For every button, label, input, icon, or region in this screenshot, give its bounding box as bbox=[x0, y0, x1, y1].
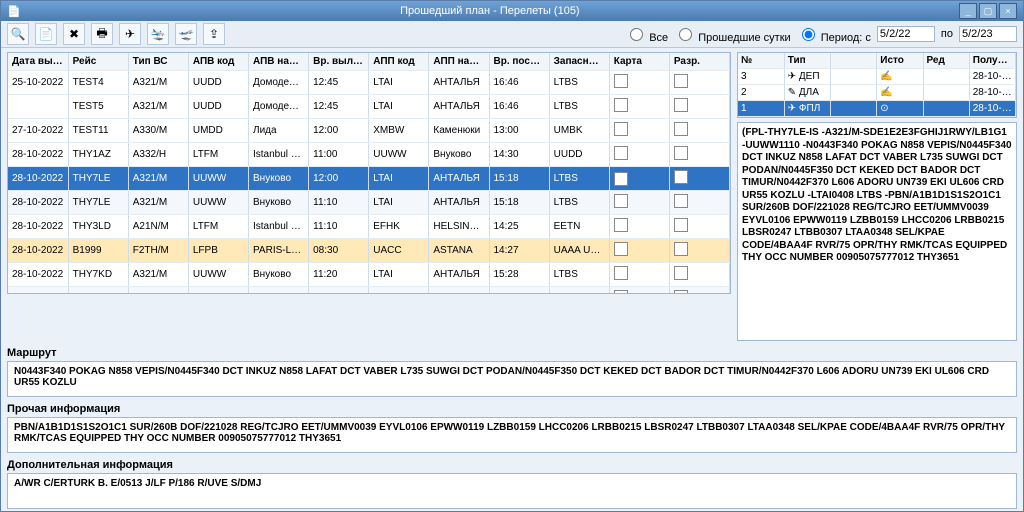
table-row[interactable]: 28-10-2022B1999F2TH/MLFPBPARIS-LE BOURGE… bbox=[8, 239, 730, 263]
col-header[interactable]: АПП код bbox=[369, 53, 429, 71]
other-box[interactable]: PBN/A1B1D1S1S2O1C1 SUR/260B DOF/221028 R… bbox=[7, 417, 1017, 453]
route-box[interactable]: N0443F340 POKAG N858 VEPIS/N0445F340 DCT… bbox=[7, 361, 1017, 397]
map-checkbox[interactable] bbox=[614, 172, 628, 186]
col-header[interactable]: АПВ код bbox=[188, 53, 248, 71]
perm-checkbox[interactable] bbox=[674, 98, 688, 112]
col-header[interactable]: Разр. bbox=[669, 53, 729, 71]
msg-col[interactable]: Исто bbox=[877, 53, 923, 69]
col-header[interactable]: Вр. посадки bbox=[489, 53, 549, 71]
perm-checkbox[interactable] bbox=[674, 146, 688, 160]
date-sep: по bbox=[941, 28, 953, 40]
map-checkbox[interactable] bbox=[614, 122, 628, 136]
msg-col[interactable]: № bbox=[738, 53, 784, 69]
table-row[interactable]: 28-10-2022THY3LDA21N/MLTFMIstanbul Haval… bbox=[8, 215, 730, 239]
map-checkbox[interactable] bbox=[614, 98, 628, 112]
plane-alt-icon[interactable]: 🛫 bbox=[175, 23, 197, 45]
msg-row[interactable]: 1✈ ФПЛ⊙28-10-2022 09:12:12 bbox=[738, 101, 1016, 117]
perm-checkbox[interactable] bbox=[674, 290, 688, 294]
delete-icon[interactable]: ✖ bbox=[63, 23, 85, 45]
perm-checkbox[interactable] bbox=[674, 194, 688, 208]
filter-prev-day[interactable]: Прошедшие сутки bbox=[674, 25, 790, 44]
toolbar: 🔍 📄 ✖ 🖶 ✈ 🛬 🛫 ⇪ Все Прошедшие сутки Пери… bbox=[1, 21, 1023, 48]
filter-period[interactable]: Период: с bbox=[797, 25, 871, 44]
copy-icon[interactable]: 📄 bbox=[35, 23, 57, 45]
table-row[interactable]: 25-10-2022TEST4A321/MUUDDДомодедово12:45… bbox=[8, 71, 730, 95]
other-label: Прочая информация bbox=[7, 403, 1017, 415]
perm-checkbox[interactable] bbox=[674, 74, 688, 88]
filter-panel: Все Прошедшие сутки Период: с по bbox=[625, 25, 1017, 44]
map-checkbox[interactable] bbox=[614, 146, 628, 160]
map-checkbox[interactable] bbox=[614, 290, 628, 294]
perm-checkbox[interactable] bbox=[674, 122, 688, 136]
filter-all[interactable]: Все bbox=[625, 25, 668, 44]
flights-grid[interactable]: Дата вылетаРейсТип ВСАПВ кодАПВ наименов… bbox=[7, 52, 731, 294]
plane-dep-icon[interactable]: ✈ bbox=[119, 23, 141, 45]
window-title: Прошедший план - Перелеты (105) bbox=[21, 5, 959, 17]
plane-arr-icon[interactable]: 🛬 bbox=[147, 23, 169, 45]
col-header[interactable]: АПВ наименование bbox=[249, 53, 309, 71]
msg-col[interactable]: Ред bbox=[923, 53, 969, 69]
perm-checkbox[interactable] bbox=[674, 170, 688, 184]
msg-col[interactable] bbox=[831, 53, 877, 69]
close-button[interactable]: × bbox=[999, 3, 1017, 19]
col-header[interactable]: Запасные АП bbox=[549, 53, 609, 71]
perm-checkbox[interactable] bbox=[674, 266, 688, 280]
perm-checkbox[interactable] bbox=[674, 242, 688, 256]
map-checkbox[interactable] bbox=[614, 74, 628, 88]
export-icon[interactable]: ⇪ bbox=[203, 23, 225, 45]
date-to-input[interactable] bbox=[959, 26, 1017, 42]
msg-col[interactable]: Тип bbox=[784, 53, 830, 69]
extra-label: Дополнительная информация bbox=[7, 459, 1017, 471]
messages-grid[interactable]: №Тип ИстоРедПолучен3✈ ДЕП✍28-10-2022 10:4… bbox=[737, 52, 1017, 118]
fpl-text-panel[interactable]: (FPL-THY7LE-IS -A321/M-SDE1E2E3FGHIJ1RWY… bbox=[737, 122, 1017, 341]
table-row[interactable]: TEST5A321/MUUDDДомодедово12:45LTAIАНТАЛЬ… bbox=[8, 95, 730, 119]
msg-row[interactable]: 3✈ ДЕП✍28-10-2022 10:40:17 bbox=[738, 69, 1016, 85]
msg-row[interactable]: 2✎ ДЛА✍28-10-2022 10:39:43 bbox=[738, 85, 1016, 101]
table-row[interactable]: 28-10-2022THY7KDA321/MUUWWВнуково11:20LT… bbox=[8, 263, 730, 287]
app-icon: 📄 bbox=[7, 5, 21, 18]
map-checkbox[interactable] bbox=[614, 242, 628, 256]
col-header[interactable]: Тип ВС bbox=[128, 53, 188, 71]
table-row[interactable]: 28-10-2022THY1AZA332/HLTFMIstanbul Haval… bbox=[8, 143, 730, 167]
msg-col[interactable]: Получен bbox=[969, 53, 1015, 69]
col-header[interactable]: Рейс bbox=[68, 53, 128, 71]
map-checkbox[interactable] bbox=[614, 218, 628, 232]
map-checkbox[interactable] bbox=[614, 266, 628, 280]
search-icon[interactable]: 🔍 bbox=[7, 23, 29, 45]
table-row[interactable]: 28-10-2022THY7LEA321/MUUWWВнуково12:00LT… bbox=[8, 167, 730, 191]
print-icon[interactable]: 🖶 bbox=[91, 23, 113, 45]
titlebar: 📄 Прошедший план - Перелеты (105) _ ▢ × bbox=[1, 1, 1023, 21]
col-header[interactable]: АПП наименование bbox=[429, 53, 489, 71]
col-header[interactable]: Вр. вылета bbox=[309, 53, 369, 71]
table-row[interactable]: 28-10-2022THY7KDA321/MUUWWВнуково11:20LT… bbox=[8, 287, 730, 295]
table-row[interactable]: 27-10-2022TEST11A330/MUMDDЛида12:00XMBWК… bbox=[8, 119, 730, 143]
map-checkbox[interactable] bbox=[614, 194, 628, 208]
app-window: 📄 Прошедший план - Перелеты (105) _ ▢ × … bbox=[0, 0, 1024, 512]
col-header[interactable]: Дата вылета bbox=[8, 53, 68, 71]
date-from-input[interactable] bbox=[877, 26, 935, 42]
route-label: Маршрут bbox=[7, 347, 1017, 359]
perm-checkbox[interactable] bbox=[674, 218, 688, 232]
minimize-button[interactable]: _ bbox=[959, 3, 977, 19]
maximize-button[interactable]: ▢ bbox=[979, 3, 997, 19]
extra-box[interactable]: A/WR C/ERTURK B. E/0513 J/LF P/186 R/UVE… bbox=[7, 473, 1017, 509]
table-row[interactable]: 28-10-2022THY7LEA321/MUUWWВнуково11:10LT… bbox=[8, 191, 730, 215]
col-header[interactable]: Карта bbox=[609, 53, 669, 71]
